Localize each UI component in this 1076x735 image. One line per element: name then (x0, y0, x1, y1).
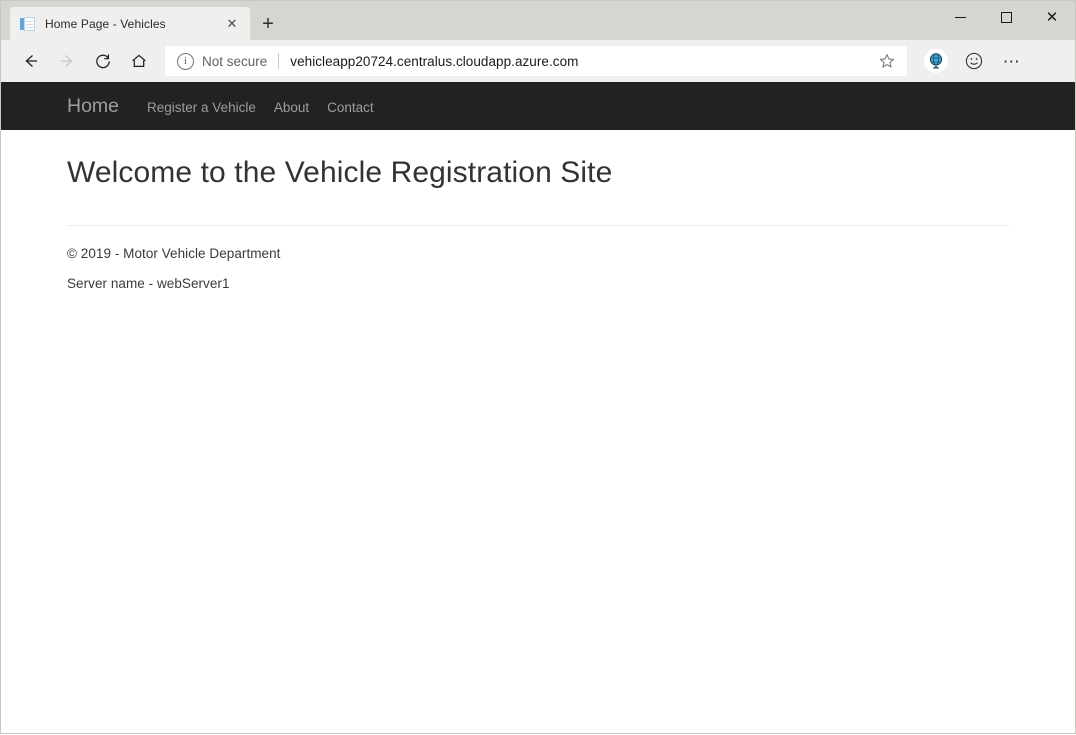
tab-title: Home Page - Vehicles (45, 17, 222, 31)
refresh-icon (93, 51, 113, 71)
feedback-button[interactable] (955, 44, 993, 78)
toolbar-right-actions: ⋯ (917, 44, 1039, 78)
home-button[interactable] (121, 44, 157, 78)
tab-strip: Home Page - Vehicles ✕ + ✕ (0, 0, 1076, 40)
address-bar[interactable]: i Not secure vehicleapp20724.centralus.c… (165, 46, 907, 76)
security-status-label: Not secure (202, 54, 267, 69)
nav-link-register-a-vehicle[interactable]: Register a Vehicle (147, 100, 256, 115)
site-navbar-inner: Home Register a Vehicle About Contact (67, 95, 1009, 118)
close-icon: ✕ (1046, 10, 1059, 25)
page-document-icon (20, 16, 36, 32)
forward-button[interactable] (49, 44, 85, 78)
minimize-button[interactable] (937, 1, 983, 33)
nav-link-contact[interactable]: Contact (327, 100, 374, 115)
back-arrow-icon (21, 51, 41, 71)
browser-tab[interactable]: Home Page - Vehicles ✕ (10, 7, 250, 40)
settings-and-more-button[interactable]: ⋯ (993, 44, 1031, 78)
address-divider (278, 53, 279, 69)
close-tab-icon[interactable]: ✕ (222, 14, 242, 34)
close-window-button[interactable]: ✕ (1029, 1, 1075, 33)
maximize-icon (1001, 12, 1012, 23)
nav-brand-home[interactable]: Home (67, 95, 119, 118)
new-tab-button[interactable]: + (251, 7, 285, 40)
window-controls: ✕ (937, 1, 1075, 33)
footer-server-name: Server name - webServer1 (67, 276, 1009, 291)
page-title: Welcome to the Vehicle Registration Site (67, 148, 1009, 190)
page-viewport: Home Register a Vehicle About Contact We… (0, 82, 1076, 734)
extension-button[interactable] (917, 44, 955, 78)
page-content: Welcome to the Vehicle Registration Site… (67, 130, 1009, 291)
tabstrip-left-padding (1, 1, 10, 40)
site-navbar: Home Register a Vehicle About Contact (1, 82, 1075, 130)
smiley-icon (964, 51, 984, 71)
forward-arrow-icon (57, 51, 77, 71)
refresh-button[interactable] (85, 44, 121, 78)
nav-link-about[interactable]: About (274, 100, 309, 115)
minimize-icon (955, 17, 966, 18)
browser-toolbar: i Not secure vehicleapp20724.centralus.c… (0, 40, 1076, 82)
url-input[interactable]: vehicleapp20724.centralus.cloudapp.azure… (290, 54, 873, 69)
content-divider (67, 225, 1009, 226)
browser-window: Home Page - Vehicles ✕ + ✕ (0, 0, 1076, 735)
maximize-button[interactable] (983, 1, 1029, 33)
footer-copyright: © 2019 - Motor Vehicle Department (67, 246, 1009, 261)
more-horizontal-icon: ⋯ (1003, 53, 1022, 70)
home-icon (129, 51, 149, 71)
info-icon: i (177, 53, 194, 70)
favorites-star-icon[interactable] (873, 48, 901, 74)
globe-icon (924, 49, 948, 73)
back-button[interactable] (13, 44, 49, 78)
